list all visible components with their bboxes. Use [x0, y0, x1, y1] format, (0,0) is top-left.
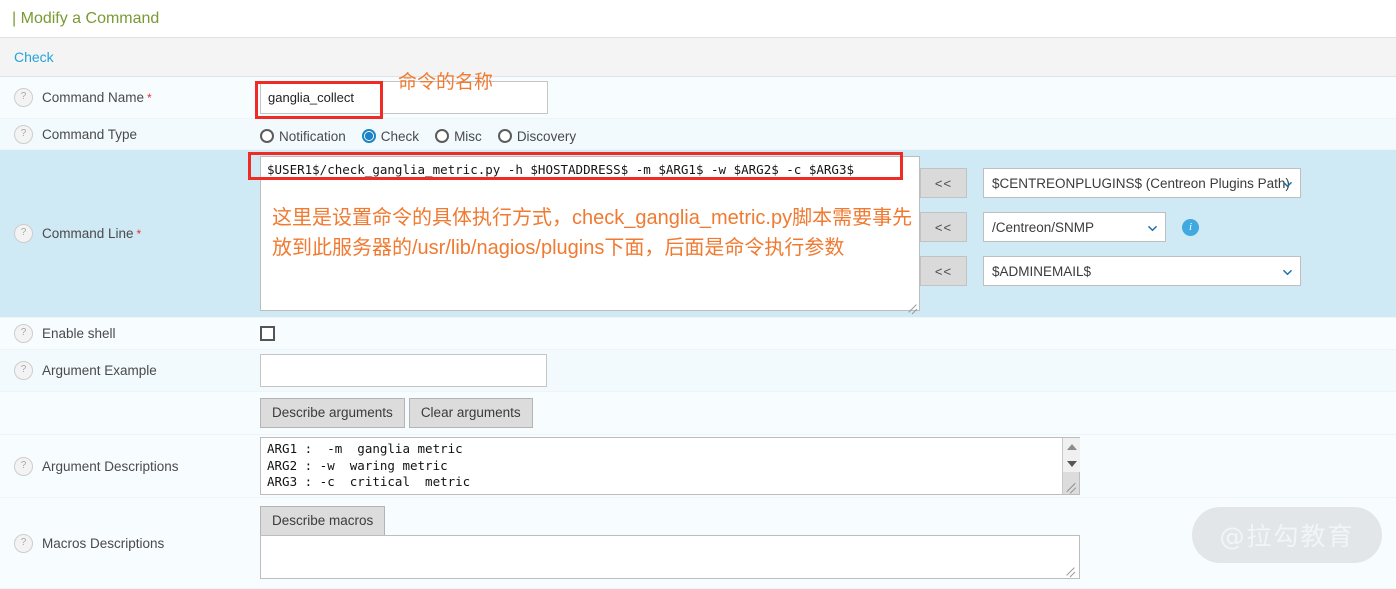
label-cell-enable-shell: ? Enable shell [0, 318, 252, 349]
row-enable-shell: ? Enable shell [0, 318, 1396, 350]
argument-button-row: Describe arguments Clear arguments [260, 398, 533, 428]
radio-discovery[interactable]: Discovery [497, 128, 577, 144]
radio-label-misc: Misc [454, 128, 482, 144]
label-argument-descriptions: Argument Descriptions [42, 458, 179, 474]
command-line-wrap: $USER1$/check_ganglia_metric.py -h $HOST… [260, 156, 920, 315]
help-icon[interactable]: ? [14, 456, 33, 476]
row-argument-buttons: Describe arguments Clear arguments [0, 392, 1396, 435]
macro-insert-column: << $CENTREONPLUGINS$ (Centreon Plugins P… [920, 156, 1390, 300]
row-command-name: ? Command Name * [0, 77, 1396, 119]
macro-line-email: << $ADMINEMAIL$ [920, 256, 1390, 286]
radio-label-check: Check [380, 128, 420, 144]
page-title: | Modify a Command [0, 0, 1396, 37]
label-argument-example: Argument Example [42, 363, 157, 378]
macro-line-snmp: << /Centreon/SNMP i [920, 212, 1390, 242]
argument-descriptions-scrollbar[interactable] [1062, 438, 1080, 494]
label-cell-argument-descriptions: ? Argument Descriptions [0, 435, 252, 497]
field-cell-command-type: Notification Check Misc Discovery [252, 119, 1396, 149]
help-icon[interactable]: ? [14, 88, 33, 107]
tab-check-label: Check [14, 49, 54, 65]
admin-email-select-value: $ADMINEMAIL$ [992, 263, 1092, 279]
command-line-textarea[interactable] [260, 156, 920, 311]
row-argument-example: ? Argument Example [0, 350, 1396, 392]
help-icon[interactable]: ? [14, 361, 33, 380]
describe-macros-button[interactable]: Describe macros [260, 506, 386, 536]
field-cell-argument-example [252, 350, 1396, 391]
argument-descriptions-value: ARG1 : -m ganglia metric ARG2 : -w warin… [267, 441, 471, 489]
help-icon[interactable]: ? [14, 533, 33, 553]
radio-circle-discovery[interactable] [497, 129, 512, 143]
insert-email-button[interactable]: << [920, 256, 967, 286]
radio-circle-misc[interactable] [435, 129, 450, 143]
radio-circle-notification[interactable] [260, 129, 274, 143]
command-name-input[interactable] [260, 81, 548, 114]
command-type-radio-group: Notification Check Misc Discovery [260, 125, 576, 144]
radio-circle-check[interactable] [361, 129, 376, 143]
label-cell-command-name: ? Command Name * [0, 77, 252, 118]
macros-descriptions-textarea[interactable] [260, 535, 1080, 579]
argument-example-input[interactable] [260, 354, 547, 387]
admin-email-select[interactable]: $ADMINEMAIL$ [983, 256, 1301, 286]
row-argument-descriptions: ? Argument Descriptions ARG1 : -m gangli… [0, 435, 1396, 498]
label-command-type: Command Type [42, 126, 138, 142]
enable-shell-checkbox[interactable] [260, 326, 275, 341]
help-icon[interactable]: ? [14, 224, 33, 243]
field-cell-argument-buttons: Describe arguments Clear arguments [252, 392, 1396, 434]
label-cell-argument-buttons [0, 392, 252, 434]
insert-plugins-button[interactable]: << [920, 168, 967, 198]
label-cell-command-type: ? Command Type [0, 119, 252, 149]
chevron-down-icon [1148, 225, 1157, 232]
row-command-line: ? Command Line * $USER1$/check_ganglia_m… [0, 150, 1396, 318]
macro-line-plugins: << $CENTREONPLUGINS$ (Centreon Plugins P… [920, 168, 1390, 198]
info-icon[interactable]: i [1182, 218, 1199, 236]
label-enable-shell: Enable shell [42, 326, 116, 341]
chevron-down-icon [1283, 181, 1292, 188]
resize-handle-icon[interactable] [1064, 479, 1078, 494]
scroll-up-icon[interactable] [1063, 438, 1080, 455]
plugins-path-select[interactable]: $CENTREONPLUGINS$ (Centreon Plugins Path… [983, 168, 1301, 198]
page-title-bar: | [12, 10, 17, 27]
radio-label-discovery: Discovery [516, 128, 577, 144]
radio-label-notification: Notification [279, 128, 346, 144]
describe-arguments-button[interactable]: Describe arguments [260, 398, 405, 428]
field-cell-command-name [252, 77, 1396, 118]
row-command-type: ? Command Type Notification Check Misc D… [0, 119, 1396, 150]
row-macros-descriptions: ? Macros Descriptions Describe macros [0, 498, 1396, 589]
page-title-text: Modify a Command [20, 10, 160, 27]
tab-check[interactable]: Check [0, 37, 1396, 77]
required-marker: * [147, 90, 152, 105]
snmp-path-select-value: /Centreon/SNMP [992, 219, 1095, 235]
snmp-path-select[interactable]: /Centreon/SNMP [983, 212, 1166, 242]
required-marker: * [136, 226, 142, 241]
label-command-name: Command Name [42, 90, 145, 105]
radio-notification[interactable]: Notification [260, 129, 346, 144]
label-macros-descriptions: Macros Descriptions [42, 535, 165, 551]
command-form: ? Command Name * ? Command Type Notifica… [0, 77, 1396, 589]
argument-descriptions-textarea[interactable]: ARG1 : -m ganglia metric ARG2 : -w warin… [260, 437, 1080, 495]
field-cell-enable-shell [252, 318, 1396, 349]
watermark: @拉勾教育 [1192, 507, 1382, 563]
help-icon[interactable]: ? [14, 324, 33, 343]
radio-misc[interactable]: Misc [435, 129, 482, 144]
clear-arguments-button[interactable]: Clear arguments [408, 398, 533, 428]
label-command-line: Command Line [42, 226, 134, 241]
label-cell-command-line: ? Command Line * [0, 150, 252, 317]
plugins-path-select-value: $CENTREONPLUGINS$ (Centreon Plugins Path… [992, 175, 1290, 191]
label-cell-macros-descriptions: ? Macros Descriptions [0, 498, 252, 588]
help-icon[interactable]: ? [14, 124, 33, 144]
label-cell-argument-example: ? Argument Example [0, 350, 252, 391]
radio-check[interactable]: Check [361, 128, 420, 144]
insert-snmp-button[interactable]: << [920, 212, 967, 242]
field-cell-command-line: $USER1$/check_ganglia_metric.py -h $HOST… [252, 150, 1396, 317]
scroll-down-icon[interactable] [1063, 455, 1080, 472]
field-cell-argument-descriptions: ARG1 : -m ganglia metric ARG2 : -w warin… [252, 435, 1396, 497]
chevron-down-icon [1283, 269, 1292, 276]
